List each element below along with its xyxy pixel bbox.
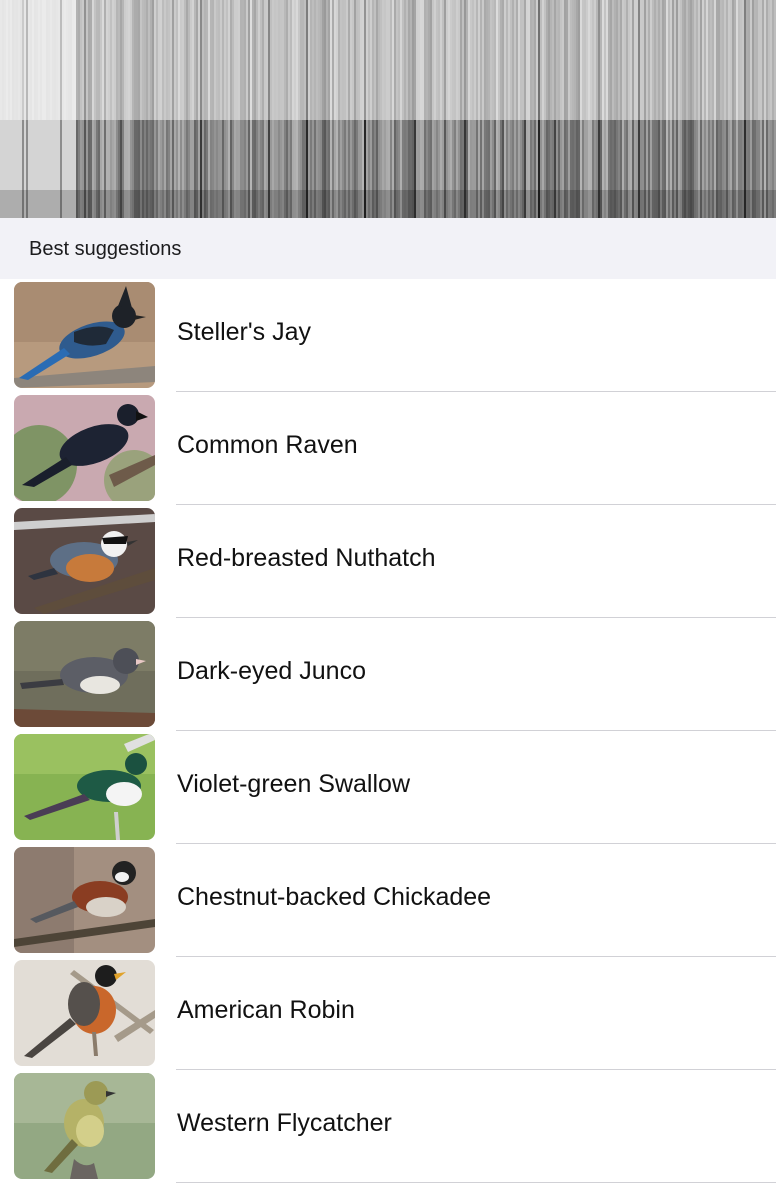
american-robin-photo: [14, 960, 155, 1066]
list-item[interactable]: Western Flycatcher: [0, 1070, 776, 1183]
list-item[interactable]: Violet-green Swallow: [0, 731, 776, 844]
species-name: Steller's Jay: [177, 318, 311, 346]
list-item[interactable]: Steller's Jay: [0, 279, 776, 392]
red-breasted-nuthatch-photo: [14, 508, 155, 614]
stellers-jay-photo: [14, 282, 155, 388]
chestnut-backed-chickadee-photo: [14, 847, 155, 953]
species-name: Western Flycatcher: [177, 1109, 392, 1137]
spectrogram[interactable]: [0, 0, 776, 218]
list-item[interactable]: Dark-eyed Junco: [0, 618, 776, 731]
species-name: Chestnut-backed Chickadee: [177, 883, 492, 911]
common-raven-photo: [14, 395, 155, 501]
list-item[interactable]: American Robin: [0, 957, 776, 1070]
dark-eyed-junco-photo: [14, 621, 155, 727]
species-name: Red-breasted Nuthatch: [177, 544, 436, 572]
western-flycatcher-photo: [14, 1073, 155, 1179]
spectrogram-image: [0, 0, 776, 218]
list-item[interactable]: Common Raven: [0, 392, 776, 505]
species-name: Violet-green Swallow: [177, 770, 410, 798]
section-header: Best suggestions: [0, 218, 776, 279]
species-name: American Robin: [177, 996, 355, 1024]
species-name: Common Raven: [177, 431, 358, 459]
list-item[interactable]: Chestnut-backed Chickadee: [0, 844, 776, 957]
violet-green-swallow-photo: [14, 734, 155, 840]
list-item[interactable]: Red-breasted Nuthatch: [0, 505, 776, 618]
suggestions-list: Steller's Jay Common Raven Red-breasted …: [0, 279, 776, 1183]
species-name: Dark-eyed Junco: [177, 657, 366, 685]
section-title: Best suggestions: [29, 238, 182, 260]
